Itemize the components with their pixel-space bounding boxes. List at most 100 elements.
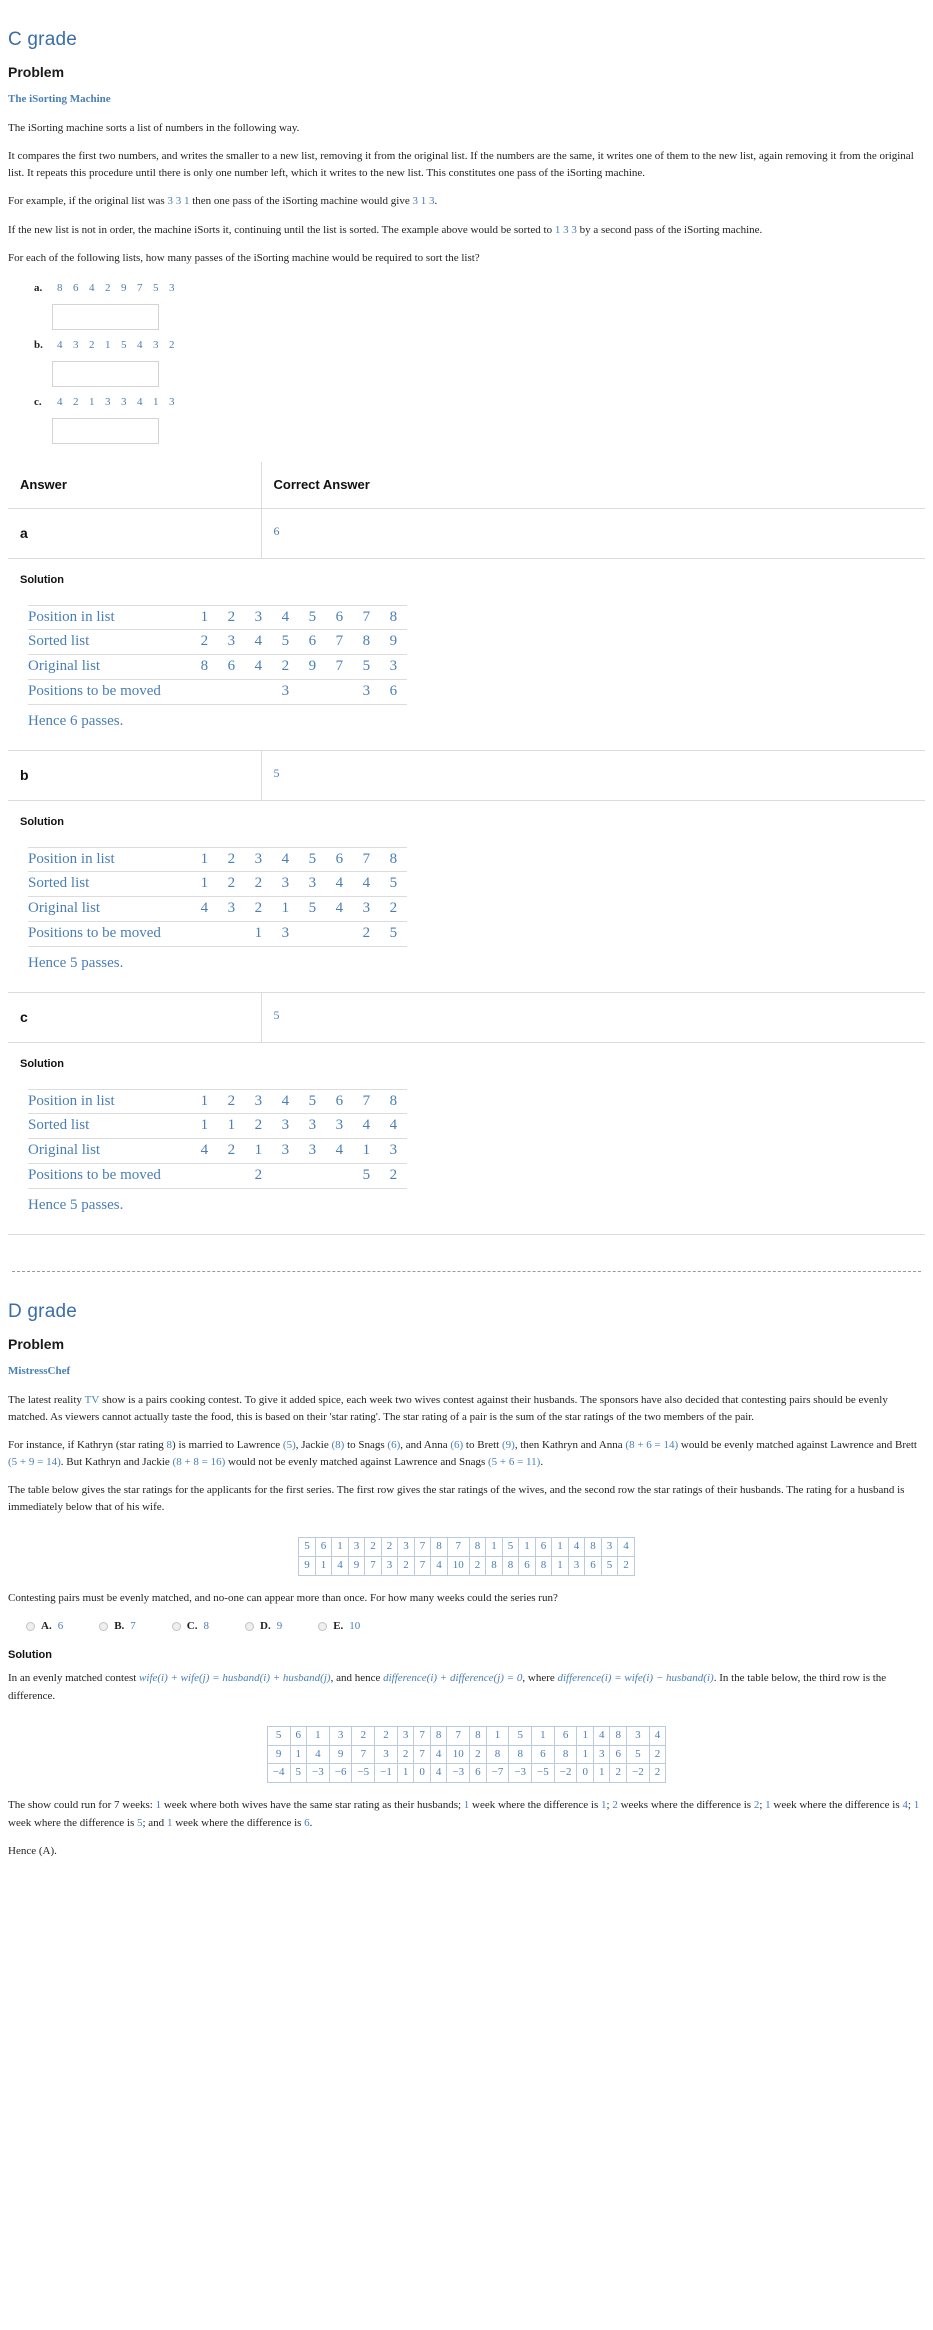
inline-text: , Jackie	[295, 1439, 332, 1452]
choice-option-E[interactable]: E. 10	[318, 1619, 360, 1635]
answer-input-a[interactable]	[52, 303, 159, 330]
choice-value: 10	[349, 1619, 361, 1632]
inline-math: wife(i) + wife(j) = husband(i) + husband…	[139, 1672, 331, 1685]
inline-text: week where the difference is	[8, 1817, 137, 1830]
table-cell: 3	[592, 1744, 611, 1765]
inline-text: week where the difference is	[172, 1817, 305, 1830]
table-cell: 2	[609, 1763, 627, 1784]
solution-grid-value: 3	[298, 1113, 326, 1140]
inline-math: (6)	[387, 1439, 401, 1452]
list-item-numbers: 43215432	[52, 338, 180, 354]
solution-grid-value: 7	[325, 629, 353, 656]
table-cell: 8	[429, 1725, 448, 1746]
paragraph-d-4: Contesting pairs must be evenly matched,…	[8, 1592, 558, 1605]
solution-grid-label: Sorted list	[28, 871, 191, 898]
choice-label: C.	[186, 1619, 198, 1632]
solution-grid-value: 2	[244, 1162, 272, 1189]
number-cell: 4	[89, 281, 95, 294]
solution-grid-value: 2	[244, 896, 272, 922]
choice-option-C[interactable]: C. 8	[171, 1619, 209, 1635]
solution-grid-value: 5	[352, 654, 380, 680]
table-cell: 10	[446, 1744, 471, 1765]
number-cell: 9	[121, 281, 127, 294]
solution-grid-value: 3	[379, 654, 407, 680]
paragraph-c-2: It compares the first two numbers, and w…	[8, 150, 914, 179]
table-cell: −3	[446, 1763, 471, 1784]
solution-grid-value: 8	[352, 629, 380, 656]
choice-option-B[interactable]: B. 7	[99, 1619, 136, 1635]
radio-button-icon[interactable]	[26, 1622, 35, 1632]
solution-grid-value: 5	[298, 604, 326, 631]
correct-answer-value: 6	[261, 508, 925, 559]
solution-grid-value	[217, 678, 245, 705]
radio-button-icon[interactable]	[318, 1622, 328, 1632]
inline-text: , then Kathryn and Anna	[514, 1439, 626, 1452]
inline-text: would not be evenly matched against Lawr…	[225, 1455, 488, 1468]
inline-text: week where the difference is	[770, 1799, 903, 1812]
solution-grid-value: 7	[352, 1088, 380, 1115]
table-cell: 7	[413, 1537, 432, 1558]
answer-input-c[interactable]	[52, 417, 159, 444]
paragraph-c-5: For each of the following lists, how man…	[8, 252, 480, 265]
number-cell: 4	[137, 395, 143, 408]
solution-grid-value: 4	[190, 1138, 218, 1164]
column-header-correct-answer: Correct Answer	[261, 461, 925, 510]
solution-grid-value: 2	[244, 1113, 272, 1140]
solution-grid-value: 1	[271, 896, 299, 922]
list-item-marker: b.	[34, 338, 43, 351]
radio-button-icon[interactable]	[171, 1622, 181, 1632]
paragraph-d-2: For instance, if Kathryn (star rating 8)…	[8, 1437, 925, 1470]
table-cell: 6	[609, 1744, 627, 1765]
paragraph-d-1: The latest reality TV show is a pairs co…	[8, 1392, 925, 1425]
solution-grid-value: 4	[325, 871, 353, 898]
table-cell: −1	[374, 1763, 398, 1784]
number-cell: 2	[73, 395, 79, 408]
table-cell: 2	[351, 1725, 376, 1746]
choice-option-A[interactable]: A. 6	[26, 1619, 63, 1635]
radio-button-icon[interactable]	[245, 1622, 254, 1632]
number-cell: 4	[57, 338, 63, 351]
section-divider	[12, 1271, 921, 1273]
radio-button-icon[interactable]	[99, 1622, 109, 1632]
question-list: a. 8 6 4 2 9 7 5 3 b. 4 3 2 1 5 4 3 2 c. 4 2 1 3 3 4 1 3	[8, 281, 925, 444]
list-item-row: c. 4 2 1 3 3 4 1 3	[34, 395, 925, 411]
solution-grid-value: 2	[217, 871, 245, 898]
question-title-isorting-machine: The iSorting Machine	[8, 92, 111, 105]
answer-table-c: Answer Correct Answer a 6 Solution Position…	[8, 461, 925, 1236]
solution-grid-value: 3	[271, 920, 299, 947]
number-cell: 8	[57, 281, 63, 294]
solution-grid-value: 6	[379, 678, 407, 705]
number-cell: 5	[121, 338, 127, 351]
table-cell: 3	[347, 1537, 366, 1558]
page-root: C grade Problem The iSorting Machine The…	[0, 26, 933, 1888]
table-cell: −2	[625, 1763, 650, 1784]
solution-grid-value: 1	[190, 604, 218, 631]
solution-grid-value: 8	[379, 1088, 407, 1115]
table-cell: 4	[648, 1725, 667, 1746]
solution-grid-value: 3	[244, 846, 272, 873]
table-cell: 2	[374, 1725, 398, 1746]
solution-grid-value: 8	[379, 604, 407, 631]
inline-math: 1	[913, 1799, 920, 1812]
solution-grid-value: 6	[298, 629, 326, 656]
table-cell: 3	[567, 1556, 586, 1577]
table-cell: 3	[380, 1556, 399, 1577]
number-cell: 3	[121, 395, 127, 408]
solution-grid-value: 3	[379, 1138, 407, 1164]
number-cell: 3	[105, 395, 111, 408]
table-cell: 7	[446, 1537, 470, 1558]
table-cell: 6	[553, 1725, 578, 1746]
choice-option-D[interactable]: D. 9	[245, 1619, 282, 1635]
answer-part-label: b	[8, 750, 262, 801]
inline-abbr-tv: TV	[84, 1394, 100, 1407]
solution-grid-value: 2	[379, 1162, 407, 1189]
solution-paragraph-2: The show could run for 7 weeks: 1 week w…	[8, 1797, 925, 1832]
solution-grid-row: Sorted list 2 3 4 5 6 7 8 9	[28, 629, 407, 656]
page-title-d-grade: D grade	[8, 1301, 77, 1323]
answer-input-b[interactable]	[52, 360, 159, 387]
solution-grid-value	[190, 1162, 218, 1189]
solution-grid-value: 1	[190, 1088, 218, 1115]
table-cell: 5	[508, 1725, 533, 1746]
solution-grid-value: 3	[271, 1138, 299, 1164]
solution-grid-value	[325, 1162, 353, 1189]
